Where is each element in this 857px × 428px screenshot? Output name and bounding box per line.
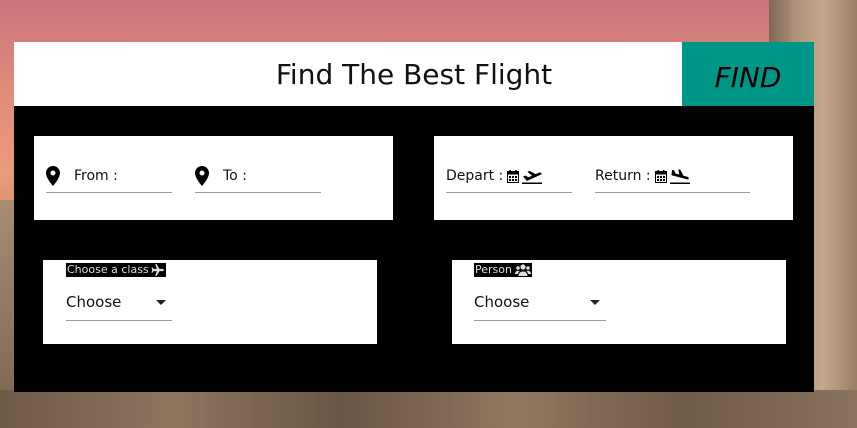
return-label: Return :	[595, 168, 651, 184]
location-pin-icon	[46, 166, 60, 186]
class-select-value: Choose	[66, 293, 122, 311]
class-caption: Choose a class	[66, 263, 166, 277]
background-ground	[0, 390, 857, 428]
find-button[interactable]: FIND	[682, 42, 814, 106]
flight-search-card: Find The Best Flight FIND From : To : De…	[14, 42, 814, 392]
return-field[interactable]: Return :	[595, 160, 750, 193]
to-label: To :	[223, 168, 247, 184]
class-select[interactable]: Choose	[66, 284, 172, 321]
users-icon	[514, 264, 531, 276]
person-select[interactable]: Choose	[474, 284, 606, 321]
card-header: Find The Best Flight FIND	[14, 42, 814, 106]
plane-departure-icon	[522, 170, 543, 184]
class-caption-text: Choose a class	[67, 263, 149, 276]
chevron-down-icon	[590, 299, 600, 305]
class-panel: Choose a class Choose	[43, 260, 377, 344]
depart-field[interactable]: Depart :	[446, 160, 572, 193]
location-pin-icon	[195, 166, 209, 186]
person-select-value: Choose	[474, 293, 530, 311]
dates-panel: Depart : Return :	[434, 136, 793, 220]
depart-label: Depart :	[446, 168, 504, 184]
chevron-down-icon	[156, 299, 166, 305]
plane-arrival-icon	[669, 169, 690, 184]
page-title: Find The Best Flight	[275, 58, 553, 91]
calendar-icon	[507, 169, 520, 183]
from-field[interactable]: From :	[46, 160, 172, 193]
calendar-icon	[654, 169, 667, 183]
person-caption-text: Person	[475, 263, 512, 276]
location-panel: From : To :	[34, 136, 393, 220]
person-panel: Person Choose	[452, 260, 786, 344]
from-label: From :	[74, 168, 118, 184]
to-field[interactable]: To :	[195, 160, 321, 193]
person-caption: Person	[474, 263, 532, 277]
plane-icon	[151, 264, 164, 276]
